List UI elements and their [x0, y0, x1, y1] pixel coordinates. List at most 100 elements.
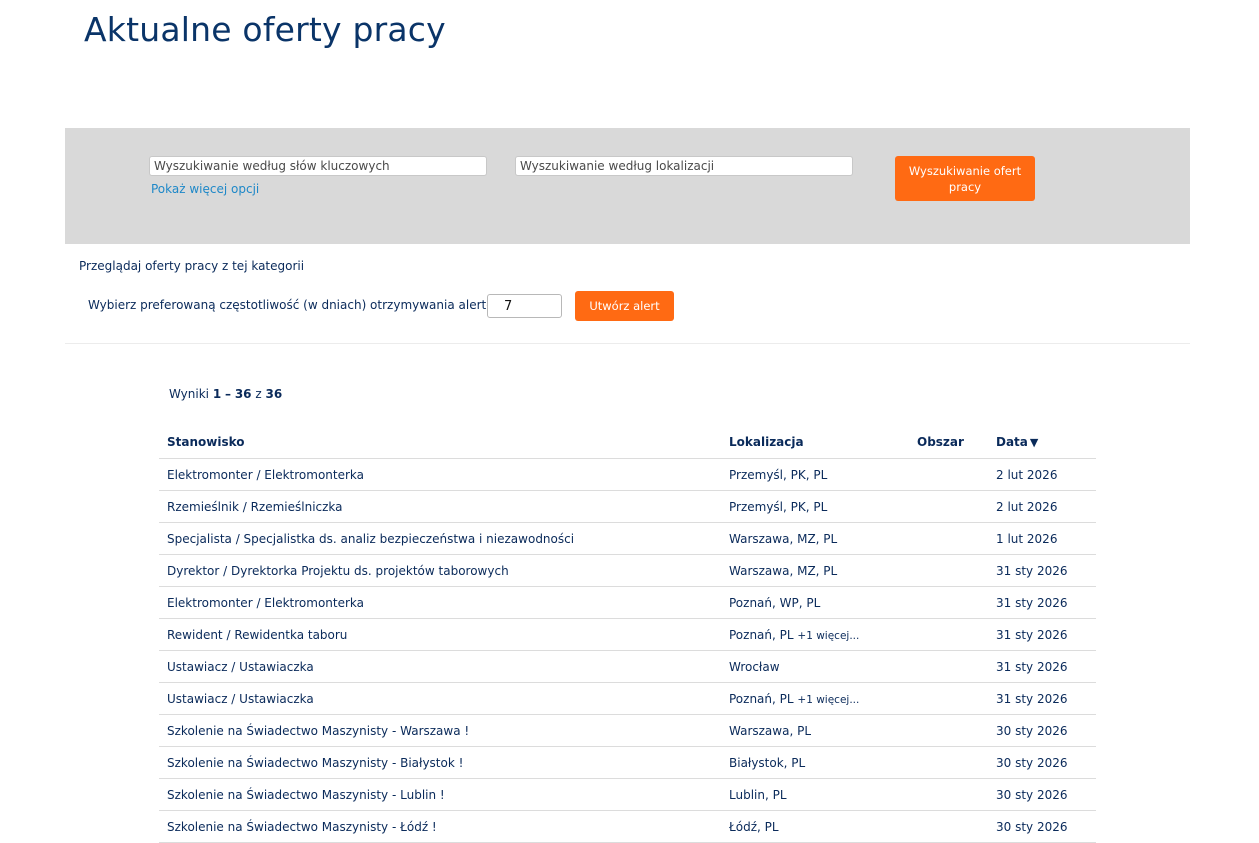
job-location: Przemyśl, PK, PL	[729, 467, 828, 482]
job-date-cell: 31 sty 2026	[988, 586, 1096, 619]
job-title-cell: Szkolenie na Świadectwo Maszynisty - War…	[159, 714, 721, 747]
table-row: Specjalista / Specjalistka ds. analiz be…	[159, 522, 1096, 555]
job-title-link[interactable]: Elektromonter / Elektromonterka	[167, 596, 364, 610]
more-options-link[interactable]: Pokaż więcej opcji	[151, 182, 259, 196]
job-title-link[interactable]: Specjalista / Specjalistka ds. analiz be…	[167, 532, 574, 546]
header-location[interactable]: Lokalizacja	[721, 425, 909, 459]
job-date-cell: 31 sty 2026	[988, 618, 1096, 651]
job-area-cell	[909, 554, 988, 587]
job-date-cell: 2 lut 2026	[988, 458, 1096, 491]
more-locations-link[interactable]: +1 więcej...	[797, 694, 859, 706]
results-count: Wyniki 1 – 36 z 36	[169, 387, 283, 401]
header-date[interactable]: Data ▼	[988, 425, 1096, 459]
job-date-cell: 30 sty 2026	[988, 810, 1096, 843]
job-title-link[interactable]: Dyrektor / Dyrektorka Projektu ds. proje…	[167, 564, 509, 578]
table-row: Rzemieślnik / Rzemieślniczka Przemyśl, PK…	[159, 490, 1096, 523]
job-location-cell: Poznań, PL +1 więcej...	[721, 618, 909, 651]
job-location-cell: Przemyśl, PK, PL	[721, 458, 909, 491]
more-locations-link[interactable]: +1 więcej...	[797, 630, 859, 642]
job-title-cell: Rzemieślnik / Rzemieślniczka	[159, 490, 721, 523]
job-title-cell: Ustawiacz / Ustawiaczka	[159, 650, 721, 683]
job-location-cell: Warszawa, MZ, PL	[721, 522, 909, 555]
job-title-link[interactable]: Ustawiacz / Ustawiaczka	[167, 660, 314, 674]
job-date-cell: 1 lut 2026	[988, 522, 1096, 555]
section-divider	[65, 343, 1190, 344]
job-location-cell: Wrocław	[721, 650, 909, 683]
job-title-link[interactable]: Rewident / Rewidentka taboru	[167, 628, 347, 642]
location-search-input[interactable]	[515, 156, 853, 176]
job-location-cell: Przemyśl, PK, PL	[721, 490, 909, 523]
job-area-cell	[909, 522, 988, 555]
job-location-cell: Poznań, PL +1 więcej...	[721, 682, 909, 715]
job-title-link[interactable]: Szkolenie na Świadectwo Maszynisty - Łód…	[167, 820, 437, 834]
job-location: Warszawa, MZ, PL	[729, 563, 838, 578]
create-alert-button[interactable]: Utwórz alert	[575, 291, 674, 321]
job-location: Poznań, PL	[729, 691, 794, 706]
job-title-cell: Rewident / Rewidentka taboru	[159, 618, 721, 651]
job-location-cell: Warszawa, PL	[721, 714, 909, 747]
job-area-cell	[909, 586, 988, 619]
job-area-cell	[909, 650, 988, 683]
job-title-link[interactable]: Rzemieślnik / Rzemieślniczka	[167, 500, 343, 514]
job-title-cell: Szkolenie na Świadectwo Maszynisty - Łód…	[159, 810, 721, 843]
table-row: Szkolenie na Świadectwo Maszynisty - Bia…	[159, 746, 1096, 779]
job-title-cell: Szkolenie na Świadectwo Maszynisty - Bia…	[159, 746, 721, 779]
job-location: Lublin, PL	[729, 787, 787, 802]
job-date-cell: 30 sty 2026	[988, 746, 1096, 779]
table-row: Elektromonter / Elektromonterka Przemyśl,…	[159, 458, 1096, 491]
job-location: Poznań, PL	[729, 627, 794, 642]
job-area-cell	[909, 810, 988, 843]
job-title-link[interactable]: Ustawiacz / Ustawiaczka	[167, 692, 314, 706]
job-location: Białystok, PL	[729, 755, 806, 770]
table-row: Ustawiacz / Ustawiaczka Wrocław 31 sty 20…	[159, 650, 1096, 683]
job-area-cell	[909, 714, 988, 747]
header-area[interactable]: Obszar	[909, 425, 988, 459]
job-location-cell: Białystok, PL	[721, 746, 909, 779]
job-location: Poznań, WP, PL	[729, 595, 821, 610]
job-location-cell: Lublin, PL	[721, 778, 909, 811]
job-area-cell	[909, 458, 988, 491]
job-title-cell: Szkolenie na Świadectwo Maszynisty - Lub…	[159, 778, 721, 811]
job-title-link[interactable]: Szkolenie na Świadectwo Maszynisty - Lub…	[167, 788, 445, 802]
job-location: Warszawa, PL	[729, 723, 812, 738]
job-title-cell: Specjalista / Specjalistka ds. analiz be…	[159, 522, 721, 555]
job-location-cell: Łódź, PL	[721, 810, 909, 843]
alert-frequency-input[interactable]	[487, 294, 562, 318]
table-row: Szkolenie na Świadectwo Maszynisty - Lub…	[159, 778, 1096, 811]
job-title-link[interactable]: Elektromonter / Elektromonterka	[167, 468, 364, 482]
job-location-cell: Poznań, WP, PL	[721, 586, 909, 619]
keyword-search-input[interactable]	[149, 156, 487, 176]
table-row: Elektromonter / Elektromonterka Poznań, W…	[159, 586, 1096, 619]
table-header-row: Stanowisko Lokalizacja Obszar Data ▼	[159, 425, 1096, 459]
job-area-cell	[909, 618, 988, 651]
job-title-cell: Elektromonter / Elektromonterka	[159, 458, 721, 491]
jobs-table: Stanowisko Lokalizacja Obszar Data ▼ Elek…	[159, 425, 1096, 843]
table-row: Dyrektor / Dyrektorka Projektu ds. proje…	[159, 554, 1096, 587]
job-title-cell: Elektromonter / Elektromonterka	[159, 586, 721, 619]
job-location: Wrocław	[729, 659, 780, 674]
table-row: Rewident / Rewidentka taboru Poznań, PL +…	[159, 618, 1096, 651]
job-location: Łódź, PL	[729, 819, 779, 834]
job-location: Przemyśl, PK, PL	[729, 499, 828, 514]
job-date-cell: 30 sty 2026	[988, 778, 1096, 811]
table-row: Szkolenie na Świadectwo Maszynisty - Łód…	[159, 810, 1096, 843]
job-title-link[interactable]: Szkolenie na Świadectwo Maszynisty - Bia…	[167, 756, 463, 770]
sort-desc-icon[interactable]: ▼	[1030, 436, 1038, 449]
job-date-cell: 31 sty 2026	[988, 554, 1096, 587]
job-area-cell	[909, 778, 988, 811]
search-jobs-button[interactable]: Wyszukiwanie ofert pracy	[895, 156, 1035, 201]
job-date-cell: 30 sty 2026	[988, 714, 1096, 747]
table-row: Ustawiacz / Ustawiaczka Poznań, PL +1 wię…	[159, 682, 1096, 715]
job-title-cell: Ustawiacz / Ustawiaczka	[159, 682, 721, 715]
alert-frequency-label: Wybierz preferowaną częstotliwość (w dni…	[88, 298, 507, 312]
header-title[interactable]: Stanowisko	[159, 425, 721, 459]
job-date-cell: 31 sty 2026	[988, 682, 1096, 715]
table-row: Szkolenie na Świadectwo Maszynisty - War…	[159, 714, 1096, 747]
job-area-cell	[909, 682, 988, 715]
job-date-cell: 2 lut 2026	[988, 490, 1096, 523]
job-title-cell: Dyrektor / Dyrektorka Projektu ds. proje…	[159, 554, 721, 587]
job-area-cell	[909, 490, 988, 523]
job-title-link[interactable]: Szkolenie na Świadectwo Maszynisty - War…	[167, 724, 469, 738]
browse-category-text: Przeglądaj oferty pracy z tej kategorii	[79, 259, 305, 273]
job-area-cell	[909, 746, 988, 779]
